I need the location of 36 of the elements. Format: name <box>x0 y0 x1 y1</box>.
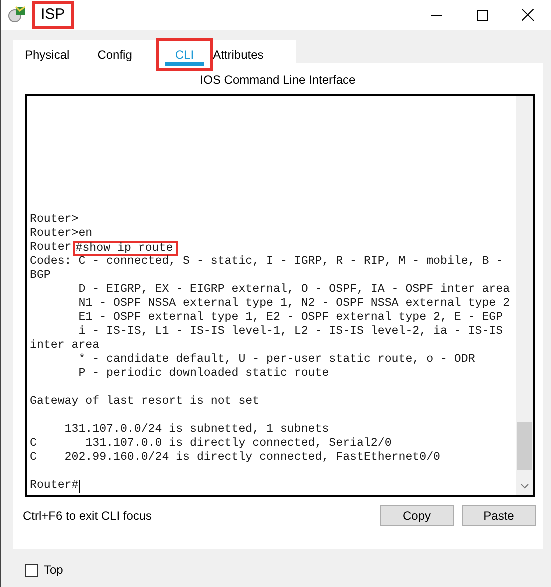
terminal-line: i - IS-IS, L1 - IS-IS level-1, L2 - IS-IS level-2, ia - IS-IS <box>78 325 504 339</box>
terminal-line: N1 - OSPF NSSA external type 1, N2 - OSPF NSSA external type 2 <box>78 297 510 311</box>
checkbox[interactable] <box>25 564 38 576</box>
tab[interactable]: Physical <box>23 40 72 69</box>
scrollbar-thumb[interactable] <box>517 422 532 470</box>
chevron-down-icon <box>520 484 528 489</box>
terminal-prompt: Router# <box>30 479 79 493</box>
panel-heading: IOS Command Line Interface <box>199 73 357 87</box>
text-cursor-icon <box>78 480 80 492</box>
terminal-line: Router>en <box>30 227 93 241</box>
terminal-line: C 131.107.0.0 is directly connected, Serial2/0 <box>30 437 392 451</box>
terminal-line: E1 - OSPF external type 1, E2 - OSPF external type 2, E - EGP <box>78 311 504 325</box>
terminal-line: C 202.99.160.0/24 is directly connected, FastEthernet0/0 <box>30 451 440 465</box>
tab[interactable]: Attributes <box>211 40 266 69</box>
checkbox-label: Top <box>44 563 64 577</box>
scrollbar[interactable] <box>516 96 533 495</box>
close-icon[interactable] <box>522 9 534 21</box>
terminal-line: 131.107.0.0/24 is subnetted, 1 subnets <box>64 423 330 437</box>
router-app-icon <box>7 5 27 25</box>
terminal-line: BGP <box>30 269 51 283</box>
action-button[interactable]: Copy <box>380 505 454 526</box>
terminal-prompt: Router <box>30 241 72 255</box>
terminal[interactable] <box>25 94 535 497</box>
terminal-line: D - EIGRP, EX - EIGRP external, O - OSPF, IA - OSPF inter area <box>78 283 510 297</box>
tab[interactable]: Config <box>96 40 134 69</box>
hint-text: Ctrl+F6 to exit CLI focus <box>23 508 154 522</box>
terminal-command: #show ip route <box>72 240 178 256</box>
terminal-line: inter area <box>30 339 100 353</box>
action-button[interactable]: Paste <box>462 505 536 526</box>
terminal-line: Codes: C - connected, S - static, I - IGRP, R - RIP, M - mobile, B - <box>30 255 504 269</box>
terminal-line: Gateway of last resort is not set <box>30 395 260 409</box>
maximize-icon[interactable] <box>476 10 488 20</box>
terminal-line: P - periodic downloaded static route <box>78 367 330 381</box>
terminal-line: Router> <box>30 213 79 227</box>
terminal-line: * - candidate default, U - per-user static route, o - ODR <box>78 353 476 367</box>
window-title: ISP <box>35 4 72 26</box>
